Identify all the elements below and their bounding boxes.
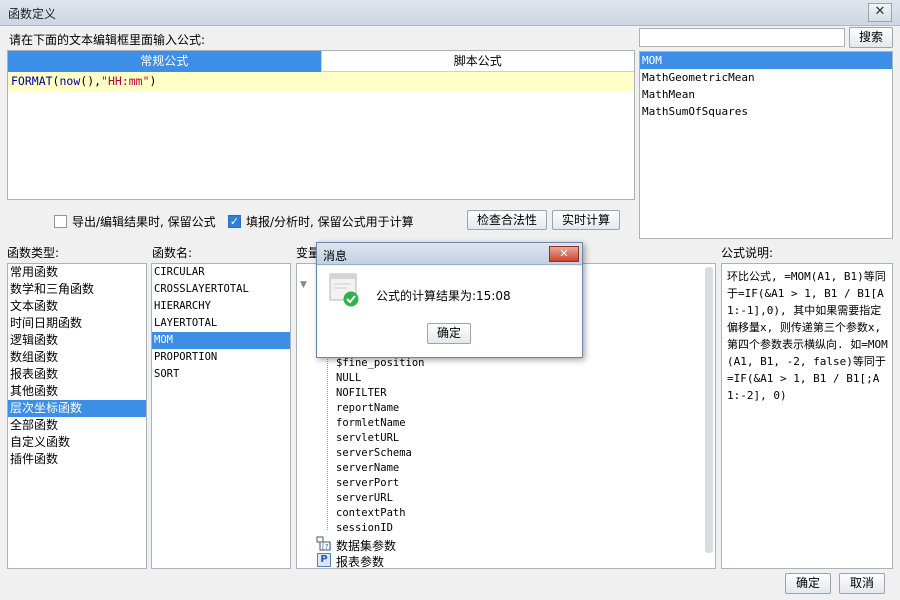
formula-paren-call: (), <box>80 74 102 88</box>
function-item[interactable]: HIERARCHY <box>152 298 290 315</box>
function-item[interactable]: CIRCULAR <box>152 264 290 281</box>
function-header: 函数名: <box>152 246 193 260</box>
check-validity-button[interactable]: 检查合法性 <box>467 210 547 230</box>
variable-item[interactable]: serverSchema <box>336 447 412 459</box>
window-title: 函数定义 <box>8 7 57 21</box>
category-item[interactable]: 全部函数 <box>8 417 146 434</box>
editor-prompt: 请在下面的文本编辑框里面输入公式: <box>9 33 206 47</box>
variable-item[interactable]: NULL <box>336 372 361 384</box>
category-item[interactable]: 报表函数 <box>8 366 146 383</box>
variable-item[interactable]: serverURL <box>336 492 393 504</box>
variable-item[interactable]: serverName <box>336 462 399 474</box>
formula-string-token: "HH:mm" <box>101 74 150 88</box>
category-item[interactable]: 层次坐标函数 <box>8 400 146 417</box>
category-item[interactable]: 数学和三角函数 <box>8 281 146 298</box>
message-text: 公式的计算结果为:15:08 <box>376 289 511 303</box>
report-parameter-icon: P <box>317 553 331 567</box>
variable-item[interactable]: serverPort <box>336 477 399 489</box>
formula-description: 环比公式, =MOM(A1, B1)等同于=IF(&A1 > 1, B1 / B… <box>721 263 893 569</box>
category-item[interactable]: 其他函数 <box>8 383 146 400</box>
variable-item[interactable]: servletURL <box>336 432 399 444</box>
search-result-item[interactable]: MathGeometricMean <box>640 69 892 86</box>
keep-formula-on-export-label: 导出/编辑结果时, 保留公式 <box>72 215 216 229</box>
search-result-item[interactable]: MathMean <box>640 86 892 103</box>
search-result-item[interactable]: MathSumOfSquares <box>640 103 892 120</box>
variable-item[interactable]: formletName <box>336 417 406 429</box>
function-item[interactable]: MOM <box>152 332 290 349</box>
collapse-arrow-icon[interactable]: ▼ <box>300 280 307 290</box>
realtime-calc-button[interactable]: 实时计算 <box>552 210 620 230</box>
message-ok-button[interactable]: 确定 <box>427 323 471 344</box>
window-titlebar: 函数定义 ✕ <box>0 0 900 26</box>
formula-now-token: now <box>59 74 81 88</box>
tree-scrollbar[interactable] <box>705 267 713 553</box>
category-item[interactable]: 时间日期函数 <box>8 315 146 332</box>
message-titlebar: 消息 ✕ <box>317 243 582 265</box>
formula-editor[interactable]: 常规公式 脚本公式 FORMAT(now(),"HH:mm") <box>7 50 635 200</box>
variable-item[interactable]: contextPath <box>336 507 406 519</box>
keep-formula-on-export-checkbox[interactable] <box>54 215 67 228</box>
keep-formula-on-fill-checkbox[interactable]: ✓ <box>228 215 241 228</box>
function-category-list: 常用函数 数学和三角函数 文本函数 时间日期函数 逻辑函数 数组函数 报表函数 … <box>7 263 147 569</box>
function-item[interactable]: CROSSLAYERTOTAL <box>152 281 290 298</box>
message-title: 消息 <box>323 249 348 263</box>
search-result-item[interactable]: MOM <box>640 52 892 69</box>
function-item[interactable]: PROPORTION <box>152 349 290 366</box>
category-item[interactable]: 常用函数 <box>8 264 146 281</box>
tab-regular-formula[interactable]: 常规公式 <box>8 51 321 72</box>
formula-function-token: FORMAT <box>11 74 53 88</box>
tab-script-formula[interactable]: 脚本公式 <box>320 51 634 72</box>
category-item[interactable]: 文本函数 <box>8 298 146 315</box>
function-item[interactable]: SORT <box>152 366 290 383</box>
window-close-button[interactable]: ✕ <box>868 3 892 22</box>
category-item[interactable]: 数组函数 <box>8 349 146 366</box>
formula-text[interactable]: FORMAT(now(),"HH:mm") <box>8 72 634 91</box>
variable-item[interactable]: $fine_position <box>336 357 425 369</box>
svg-text:[?]: [?] <box>322 543 331 551</box>
variable-item[interactable]: NOFILTER <box>336 387 387 399</box>
formula-tabs: 常规公式 脚本公式 <box>8 51 634 72</box>
function-search-input[interactable] <box>639 28 845 47</box>
report-parameter-group[interactable]: 报表参数 <box>336 553 384 570</box>
ok-button[interactable]: 确定 <box>785 573 831 594</box>
search-result-list: MOM MathGeometricMean MathMean MathSumOf… <box>639 51 893 239</box>
message-close-button[interactable]: ✕ <box>549 246 579 262</box>
tree-guide-line <box>327 355 328 530</box>
category-item[interactable]: 自定义函数 <box>8 434 146 451</box>
category-item[interactable]: 插件函数 <box>8 451 146 468</box>
success-icon <box>329 273 359 307</box>
function-item[interactable]: LAYERTOTAL <box>152 315 290 332</box>
search-button[interactable]: 搜索 <box>849 27 893 48</box>
formula-paren-close: ) <box>149 74 157 88</box>
description-header: 公式说明: <box>721 246 774 260</box>
function-name-list: CIRCULAR CROSSLAYERTOTAL HIERARCHY LAYER… <box>151 263 291 569</box>
variable-item[interactable]: reportName <box>336 402 399 414</box>
dataset-parameter-group[interactable]: 数据集参数 <box>336 537 396 554</box>
category-header: 函数类型: <box>7 246 60 260</box>
category-item[interactable]: 逻辑函数 <box>8 332 146 349</box>
dataset-parameter-icon: [?] <box>316 536 331 551</box>
keep-formula-on-fill-label: 填报/分析时, 保留公式用于计算 <box>246 215 414 229</box>
variable-item[interactable]: sessionID <box>336 522 393 534</box>
cancel-button[interactable]: 取消 <box>839 573 885 594</box>
